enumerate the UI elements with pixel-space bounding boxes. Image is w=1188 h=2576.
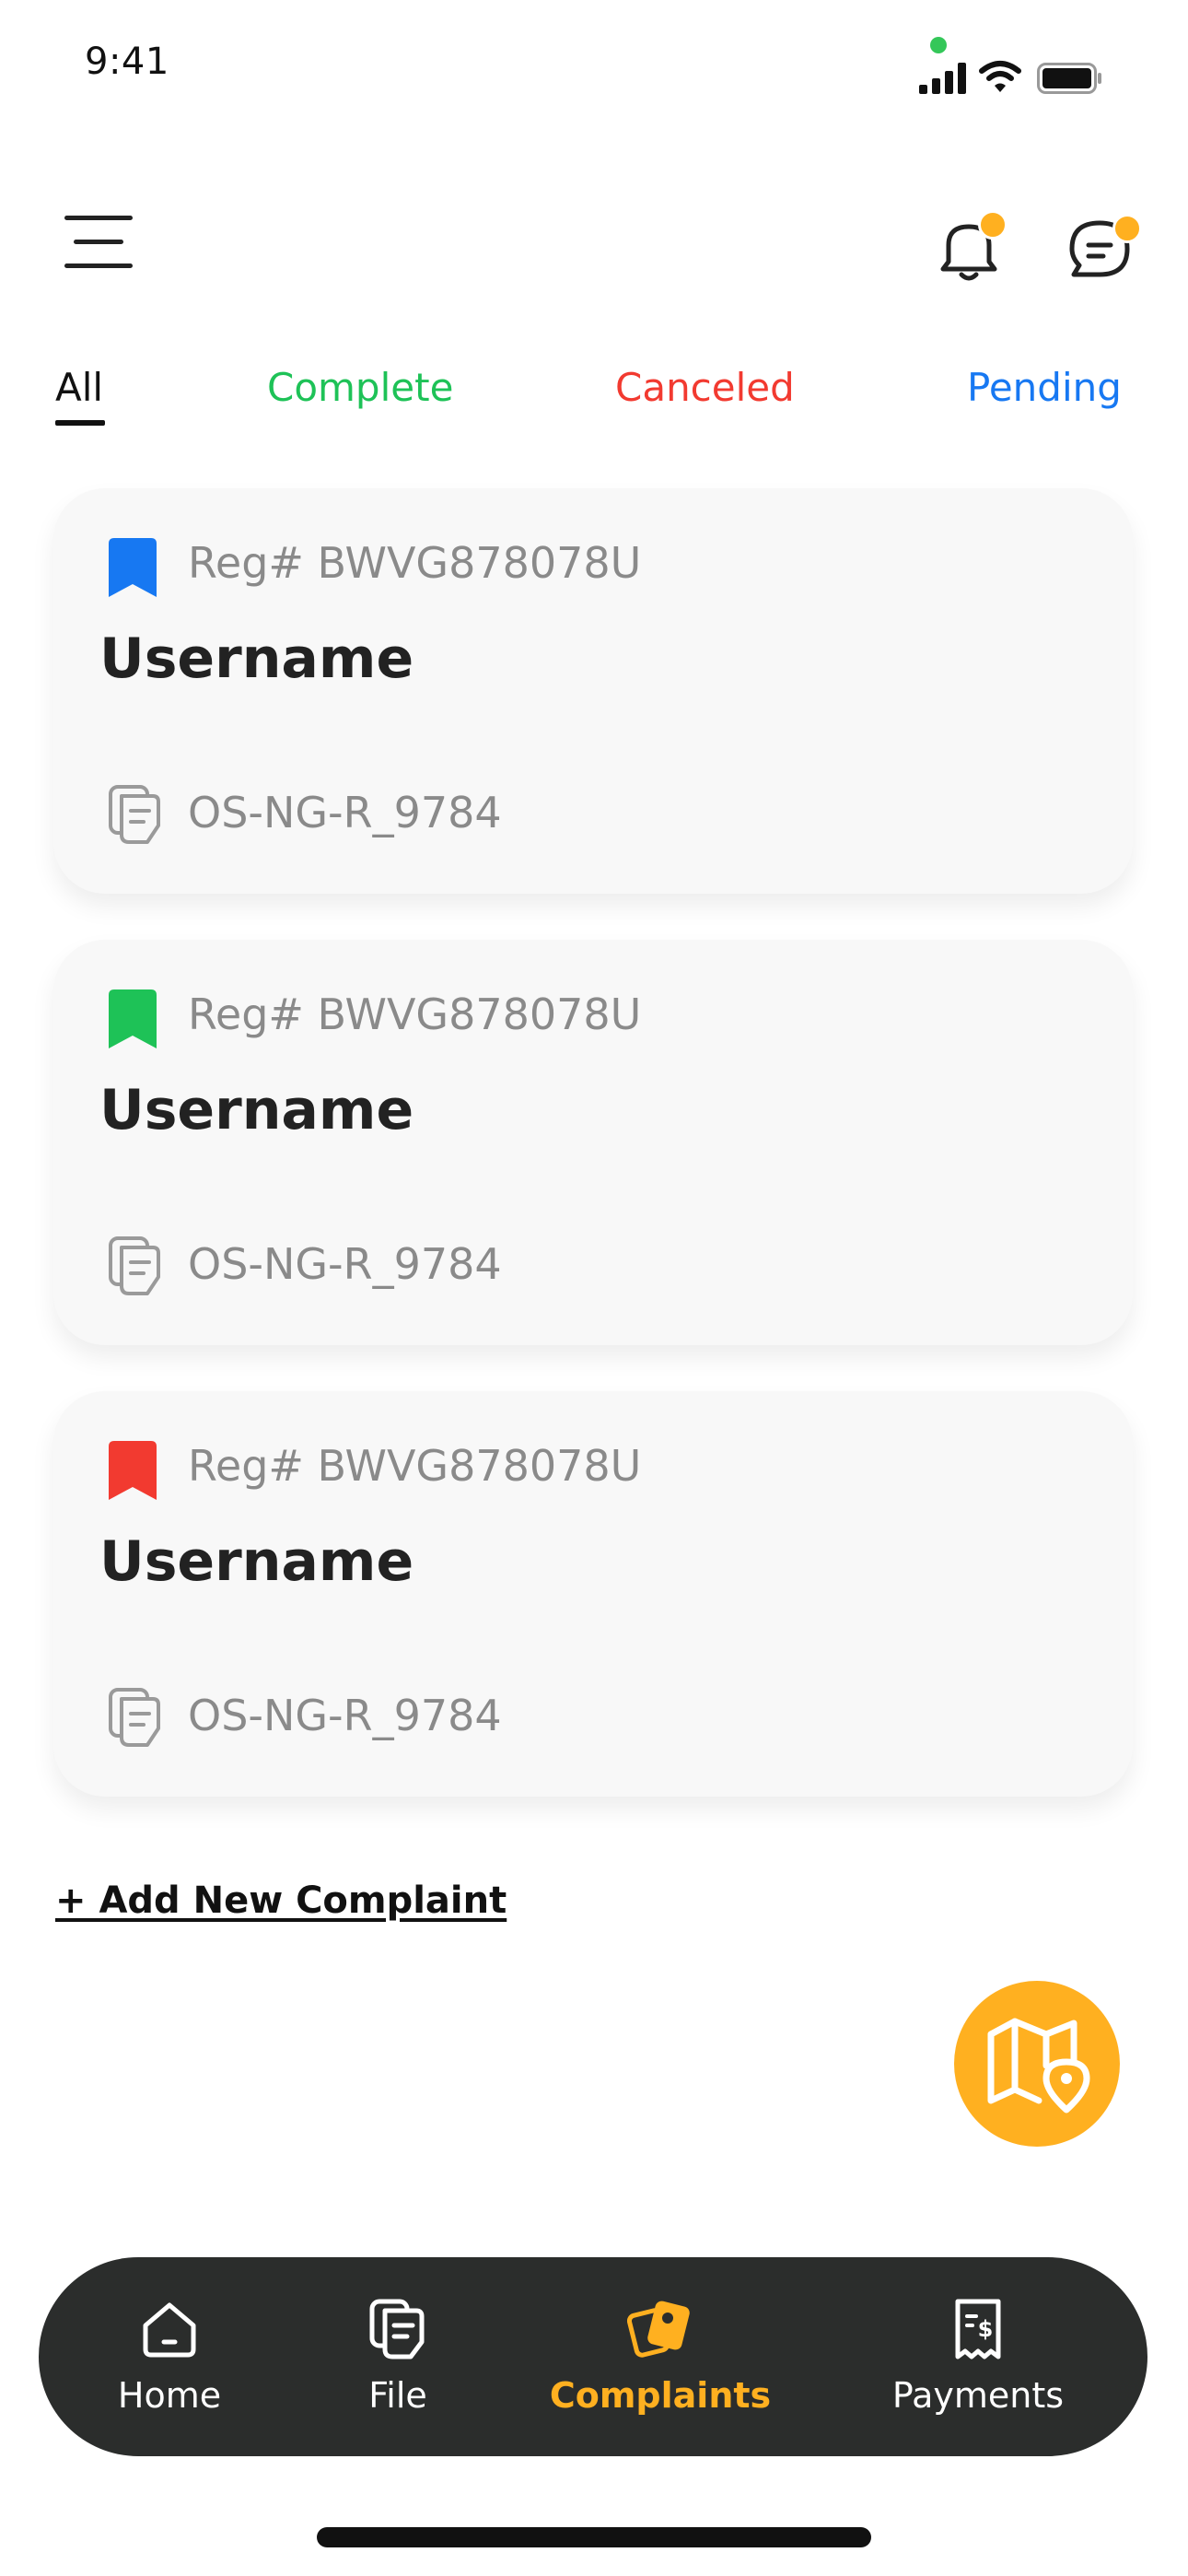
document-copy-icon bbox=[109, 785, 160, 844]
tab-pending[interactable]: Pending bbox=[967, 365, 1122, 410]
tab-active-indicator bbox=[55, 420, 105, 426]
bookmark-icon bbox=[109, 538, 157, 597]
registration-number: Reg# BWVG878078U bbox=[188, 989, 642, 1039]
home-indicator[interactable] bbox=[317, 2527, 871, 2547]
messages-button[interactable] bbox=[1061, 210, 1142, 287]
registration-number: Reg# BWVG878078U bbox=[188, 538, 642, 588]
file-icon bbox=[369, 2299, 425, 2359]
svg-text:$: $ bbox=[978, 2316, 994, 2342]
complaints-icon bbox=[627, 2301, 690, 2358]
nav-label-payments: Payments bbox=[891, 2375, 1065, 2416]
map-pin-icon bbox=[987, 2018, 1090, 2113]
complaint-username: Username bbox=[99, 1529, 414, 1594]
complaint-card[interactable]: Reg# BWVG878078U Username OS-NG-R_9784 bbox=[53, 940, 1133, 1345]
complaint-card[interactable]: Reg# BWVG878078U Username OS-NG-R_9784 bbox=[53, 1391, 1133, 1797]
bottom-navigation: Home File Complaints $ Payments bbox=[39, 2257, 1147, 2456]
nav-item-complaints[interactable]: Complaints bbox=[536, 2257, 785, 2456]
home-icon bbox=[143, 2302, 196, 2358]
menu-icon-line bbox=[64, 263, 133, 268]
map-fab-button[interactable] bbox=[954, 1981, 1120, 2147]
privacy-indicator-dot bbox=[930, 37, 947, 53]
registration-number: Reg# BWVG878078U bbox=[188, 1441, 642, 1491]
nav-label-home: Home bbox=[117, 2375, 222, 2416]
document-copy-icon bbox=[109, 1688, 160, 1747]
nav-label-complaints: Complaints bbox=[549, 2375, 772, 2416]
add-new-complaint-link[interactable]: + Add New Complaint bbox=[55, 1879, 507, 1922]
complaint-code: OS-NG-R_9784 bbox=[188, 1691, 502, 1740]
status-time: 9:41 bbox=[85, 41, 169, 83]
bookmark-icon bbox=[109, 1441, 157, 1500]
cellular-signal-icon bbox=[919, 63, 966, 94]
nav-label-file: File bbox=[368, 2375, 427, 2416]
menu-button[interactable] bbox=[64, 214, 138, 269]
tab-all[interactable]: All bbox=[55, 365, 103, 410]
menu-icon-line bbox=[64, 216, 133, 220]
wifi-icon bbox=[979, 61, 1021, 92]
battery-icon bbox=[1037, 63, 1101, 94]
notifications-button[interactable] bbox=[930, 210, 1007, 287]
document-copy-icon bbox=[109, 1236, 160, 1295]
complaint-username: Username bbox=[99, 626, 414, 691]
tab-canceled[interactable]: Canceled bbox=[615, 365, 795, 410]
complaint-card[interactable]: Reg# BWVG878078U Username OS-NG-R_9784 bbox=[53, 488, 1133, 894]
tab-complete[interactable]: Complete bbox=[267, 365, 453, 410]
complaint-code: OS-NG-R_9784 bbox=[188, 1239, 502, 1289]
nav-item-file[interactable]: File bbox=[324, 2257, 472, 2456]
message-badge bbox=[1112, 214, 1142, 243]
nav-item-home[interactable]: Home bbox=[87, 2257, 252, 2456]
complaint-username: Username bbox=[99, 1078, 414, 1142]
bookmark-icon bbox=[109, 989, 157, 1048]
complaint-code: OS-NG-R_9784 bbox=[188, 788, 502, 837]
notification-badge bbox=[978, 210, 1007, 240]
nav-item-payments[interactable]: $ Payments bbox=[868, 2257, 1089, 2456]
receipt-icon: $ bbox=[955, 2299, 1001, 2359]
menu-icon-line bbox=[74, 240, 123, 244]
